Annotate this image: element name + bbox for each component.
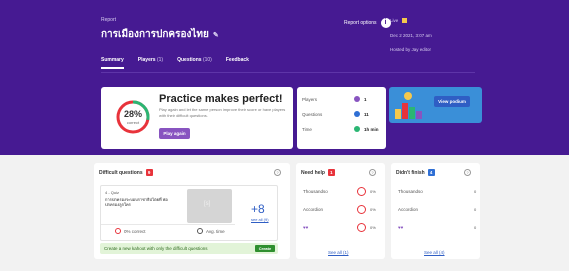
tab-questions[interactable]: Questions (10) bbox=[177, 57, 212, 69]
didnt-finish-header: Didn't finish 4 bbox=[396, 169, 435, 176]
stats-card: Players 1 Questions 11 Time 1h min bbox=[297, 87, 386, 149]
need-help-header: Need help 1 bbox=[301, 169, 335, 176]
edit-pencil-icon[interactable]: ✎ bbox=[213, 31, 219, 39]
practice-card: 28% correct Practice makes perfect! Play… bbox=[101, 87, 293, 149]
need-help-player[interactable]: Accordion 0% bbox=[303, 205, 381, 214]
see-all-difficult-link[interactable]: see all (9) bbox=[251, 217, 269, 222]
live-badge-icon bbox=[402, 18, 408, 23]
score-ring-icon bbox=[357, 223, 366, 232]
need-help-player[interactable]: ♥♥ 0% bbox=[303, 223, 381, 232]
question-avg-time: Avg. time bbox=[197, 228, 225, 234]
question-number: 4 - Quiz bbox=[105, 190, 120, 195]
difficult-questions-header: Difficult questions 9 bbox=[99, 169, 153, 176]
clock-icon bbox=[197, 228, 203, 234]
difficult-question-item[interactable]: 4 - Quiz การปกครองระบอบราชาธิปไตยที่ พ่อ… bbox=[100, 185, 278, 241]
practice-description: Play again and let the same person impro… bbox=[159, 107, 286, 118]
report-tabs: Summary Players (1) Questions (10) Feedb… bbox=[101, 57, 249, 69]
view-podium-button[interactable]: View podium bbox=[434, 96, 470, 107]
image-placeholder: [s] bbox=[204, 201, 211, 207]
podium-illustration bbox=[395, 109, 401, 119]
question-image: [s] bbox=[187, 189, 232, 223]
difficult-questions-card: Difficult questions 9 ? 4 - Quiz การปกคร… bbox=[94, 163, 290, 259]
report-title: การเมืองการปกครองไทย bbox=[101, 29, 209, 40]
hosted-by: Hosted by Jay editor bbox=[390, 47, 432, 52]
didnt-finish-count-badge: 4 bbox=[427, 169, 435, 176]
question-text: การปกครองระบอบราชาธิปไตยที่ พ่อปกครองลูก… bbox=[105, 197, 168, 207]
report-options-button[interactable]: Report options i bbox=[344, 18, 391, 28]
players-icon bbox=[354, 96, 360, 102]
podium-illustration bbox=[416, 111, 422, 119]
score-ring-icon bbox=[357, 205, 366, 214]
question-icon bbox=[354, 111, 360, 117]
score-ring-icon bbox=[357, 187, 366, 196]
need-help-card: Need help 1 ? Thousandso 0% Accordion 0%… bbox=[296, 163, 385, 259]
header-divider bbox=[101, 72, 475, 73]
didnt-finish-card: Didn't finish 4 ? Thousandso 0 Accordion… bbox=[391, 163, 480, 259]
tab-feedback[interactable]: Feedback bbox=[226, 57, 249, 69]
podium-card: View podium bbox=[389, 87, 482, 123]
podium-illustration bbox=[409, 107, 415, 119]
see-all-didnt-finish-link[interactable]: See all (4) bbox=[424, 250, 445, 255]
correct-donut: 28% correct bbox=[115, 99, 151, 135]
clock-icon bbox=[354, 126, 360, 132]
info-icon[interactable]: ? bbox=[274, 169, 281, 176]
page-title: การเมืองการปกครองไทย ✎ bbox=[101, 27, 219, 42]
practice-title: Practice makes perfect! bbox=[159, 93, 283, 105]
correct-percent: 28% bbox=[123, 109, 142, 119]
need-help-player[interactable]: Thousandso 0% bbox=[303, 187, 381, 196]
report-options-label: Report options bbox=[344, 20, 377, 26]
see-all-need-help-link[interactable]: See all (1) bbox=[328, 250, 349, 255]
correct-label: correct bbox=[126, 120, 140, 125]
didnt-finish-player[interactable]: ♥♥ 0 bbox=[398, 225, 476, 230]
stat-players: Players 1 bbox=[302, 96, 367, 102]
trophy-icon bbox=[404, 92, 412, 100]
stat-questions: Questions 11 bbox=[302, 111, 369, 117]
create-kahoot-text: Create a new kahoot with only the diffic… bbox=[104, 246, 208, 251]
info-icon[interactable]: ? bbox=[369, 169, 376, 176]
info-icon[interactable]: ? bbox=[464, 169, 471, 176]
question-correct: 0% correct bbox=[115, 228, 146, 234]
didnt-finish-player[interactable]: Accordion 0 bbox=[398, 207, 476, 212]
report-label: Report bbox=[101, 17, 117, 23]
more-questions-count: +8 bbox=[251, 202, 265, 216]
correct-ring-icon bbox=[115, 228, 121, 234]
create-button[interactable]: Create bbox=[255, 245, 275, 252]
tab-players[interactable]: Players (1) bbox=[138, 57, 163, 69]
podium-illustration bbox=[402, 103, 408, 119]
live-label: Live bbox=[390, 18, 399, 23]
question-divider bbox=[101, 224, 235, 225]
live-status: Live bbox=[390, 18, 408, 23]
play-again-button[interactable]: Play again bbox=[159, 128, 190, 139]
need-help-count-badge: 1 bbox=[327, 169, 335, 176]
difficult-count-badge: 9 bbox=[145, 169, 153, 176]
report-date: Dec 2 2021, 3:07 am bbox=[390, 33, 432, 38]
didnt-finish-player[interactable]: Thousandso 0 bbox=[398, 189, 476, 194]
tab-summary[interactable]: Summary bbox=[101, 57, 124, 69]
create-kahoot-bar: Create a new kahoot with only the diffic… bbox=[100, 243, 278, 254]
stat-time: Time 1h min bbox=[302, 126, 379, 132]
